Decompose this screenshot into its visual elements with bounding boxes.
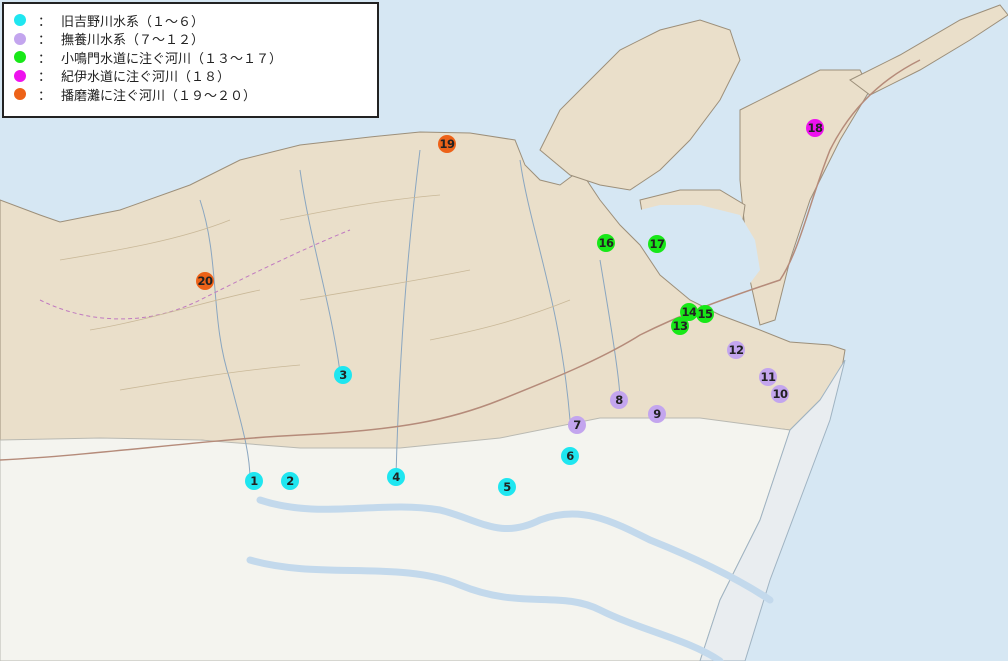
map-marker[interactable]: 7 bbox=[568, 416, 586, 434]
map-marker[interactable]: 9 bbox=[648, 405, 666, 423]
map-marker[interactable]: 20 bbox=[196, 272, 214, 290]
map-marker[interactable]: 3 bbox=[334, 366, 352, 384]
map-marker[interactable]: 8 bbox=[610, 391, 628, 409]
legend-dot-icon bbox=[14, 14, 26, 27]
legend-dot-icon bbox=[14, 88, 26, 101]
map-marker[interactable]: 2 bbox=[281, 472, 299, 490]
legend-item: ： 撫養川水系（７～１２） bbox=[14, 30, 377, 49]
legend-separator: ： bbox=[38, 70, 52, 86]
legend-label: 小鳴門水道に注ぐ河川（１３～１７） bbox=[61, 51, 283, 67]
map-marker[interactable]: 10 bbox=[771, 385, 789, 403]
legend-item: ： 播磨灘に注ぐ河川（１９～２０） bbox=[14, 85, 377, 104]
map-stage: ： 旧吉野川水系（１～６） ： 撫養川水系（７～１２） ： 小鳴門水道に注ぐ河川… bbox=[0, 0, 1008, 661]
legend-item: ： 旧吉野川水系（１～６） bbox=[14, 11, 377, 30]
legend-item: ： 紀伊水道に注ぐ河川（１８） bbox=[14, 67, 377, 86]
legend-dot-icon bbox=[14, 51, 26, 64]
legend-separator: ： bbox=[38, 14, 52, 30]
legend-separator: ： bbox=[38, 33, 52, 49]
legend-separator: ： bbox=[38, 88, 52, 104]
lowland-plain bbox=[0, 417, 791, 661]
legend-label: 播磨灘に注ぐ河川（１９～２０） bbox=[61, 88, 257, 104]
map-marker[interactable]: 17 bbox=[648, 235, 666, 253]
map-marker[interactable]: 1 bbox=[245, 472, 263, 490]
legend-dot-icon bbox=[14, 32, 26, 45]
map-marker[interactable]: 16 bbox=[597, 234, 615, 252]
map-marker[interactable]: 6 bbox=[561, 447, 579, 465]
map-marker[interactable]: 4 bbox=[387, 468, 405, 486]
legend-item: ： 小鳴門水道に注ぐ河川（１３～１７） bbox=[14, 48, 377, 67]
legend-label: 旧吉野川水系（１～６） bbox=[61, 14, 205, 30]
map-marker[interactable]: 15 bbox=[696, 305, 714, 323]
map-marker[interactable]: 12 bbox=[727, 341, 745, 359]
legend-dot-icon bbox=[14, 69, 26, 82]
legend-label: 撫養川水系（７～１２） bbox=[61, 33, 205, 49]
map-marker[interactable]: 5 bbox=[498, 478, 516, 496]
legend-box: ： 旧吉野川水系（１～６） ： 撫養川水系（７～１２） ： 小鳴門水道に注ぐ河川… bbox=[2, 2, 379, 118]
map-marker[interactable]: 18 bbox=[806, 119, 824, 137]
map-marker[interactable]: 11 bbox=[759, 368, 777, 386]
map-marker[interactable]: 19 bbox=[438, 135, 456, 153]
legend-separator: ： bbox=[38, 51, 52, 67]
legend-label: 紀伊水道に注ぐ河川（１８） bbox=[61, 70, 231, 86]
